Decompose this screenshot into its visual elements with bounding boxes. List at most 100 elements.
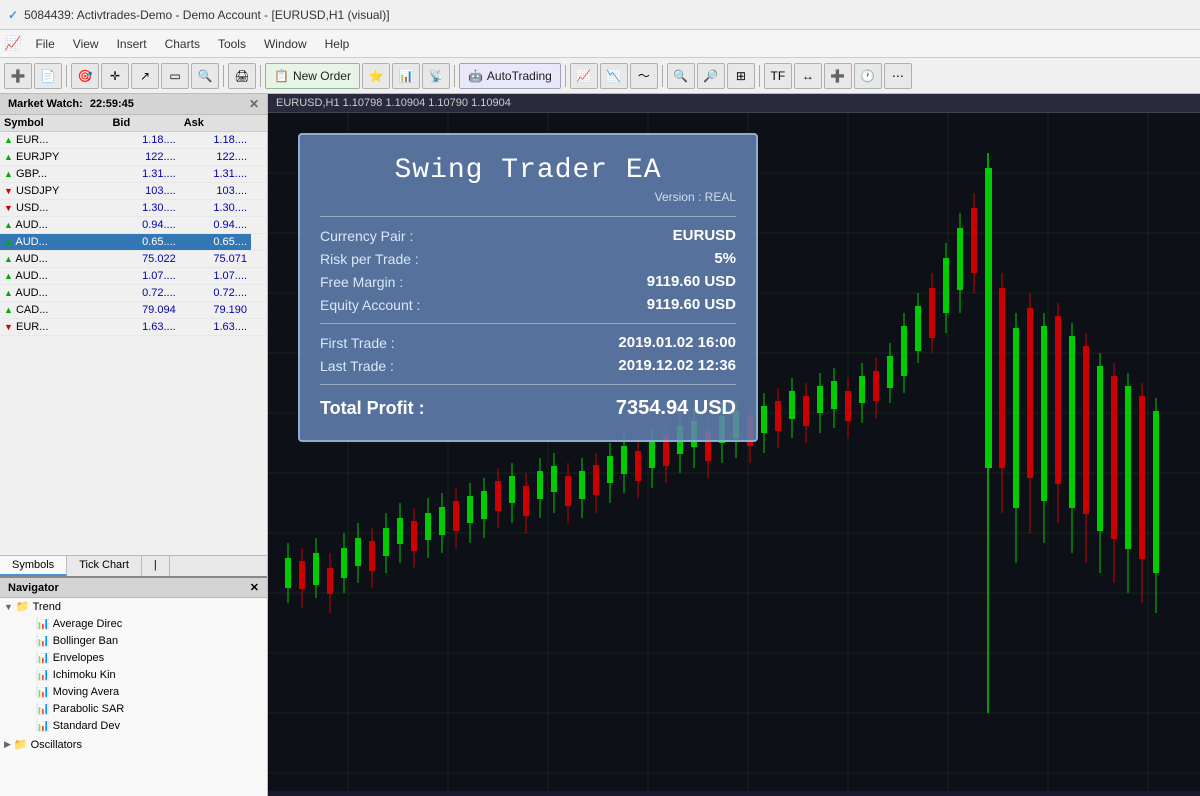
ask-cell: 1.31.... <box>180 166 251 183</box>
market-watch-table: Symbol Bid Ask ▲ EUR... 1.18.... 1.18...… <box>0 115 267 336</box>
bid-cell: 75.022 <box>108 251 179 268</box>
tick-chart-tab[interactable]: Tick Chart <box>67 556 142 576</box>
new-order-button[interactable]: 📋 New Order <box>265 63 360 89</box>
ask-cell: 0.94.... <box>180 217 251 234</box>
bid-cell: 0.94.... <box>108 217 179 234</box>
market-watch-row[interactable]: ▲ EUR... 1.18.... 1.18.... <box>0 132 267 149</box>
toolbar-clock-btn[interactable]: 🕐 <box>854 63 882 89</box>
symbol-cell: ▲ EURJPY <box>0 149 108 166</box>
chart-header: EURUSD,H1 1.10798 1.10904 1.10790 1.1090… <box>268 94 1200 113</box>
col-bid: Bid <box>108 115 179 132</box>
market-watch-row[interactable]: ▲ AUD... 0.94.... 0.94.... <box>0 217 267 234</box>
separator-6 <box>662 65 663 87</box>
market-watch-row[interactable]: ▲ AUD... 0.72.... 0.72.... <box>0 285 267 302</box>
ea-divider-1 <box>320 216 736 217</box>
nav-avg-dir-label: Average Direc <box>53 618 123 630</box>
toolbar-scroll-btn[interactable]: ↔ <box>794 63 822 89</box>
nav-std-dev[interactable]: 📊 Standard Dev <box>0 717 267 734</box>
chart-symbol-info: EURUSD,H1 1.10798 1.10904 1.10790 1.1090… <box>276 97 511 109</box>
toolbar-doc-btn[interactable]: 📄 <box>34 63 62 89</box>
ea-divider-3 <box>320 384 736 385</box>
separator-5 <box>565 65 566 87</box>
symbol-cell: ▲ CAD... <box>0 302 108 319</box>
symbol-cell: ▲ GBP... <box>0 166 108 183</box>
symbol-cell: ▲ AUD... <box>0 285 108 302</box>
toolbar-star-btn[interactable]: ⭐ <box>362 63 390 89</box>
toolbar-signal-btn[interactable]: 📡 <box>422 63 450 89</box>
ea-divider-2 <box>320 323 736 324</box>
menu-help[interactable]: Help <box>317 35 358 53</box>
market-watch-header: Market Watch: 22:59:45 ✕ <box>0 94 267 115</box>
market-watch-row[interactable]: ▲ EURJPY 122.... 122.... <box>0 149 267 166</box>
menu-view[interactable]: View <box>65 35 107 53</box>
toolbar-chart-btn[interactable]: 📊 <box>392 63 420 89</box>
toolbar-plus-btn[interactable]: ➕ <box>4 63 32 89</box>
toolbar-more-btn[interactable]: ⋯ <box>884 63 912 89</box>
market-watch-row[interactable]: ▲ AUD... 75.022 75.071 <box>0 251 267 268</box>
ea-profit-row: Total Profit : 7354.94 USD <box>320 397 736 420</box>
market-watch-row[interactable]: ▼ USD... 1.30.... 1.30.... <box>0 200 267 217</box>
market-watch-row[interactable]: ▲ CAD... 79.094 79.190 <box>0 302 267 319</box>
bid-cell: 1.63.... <box>108 319 179 336</box>
ask-cell: 122.... <box>180 149 251 166</box>
toolbar-move-btn[interactable]: ✛ <box>101 63 129 89</box>
toolbar-target-btn[interactable]: 🎯 <box>71 63 99 89</box>
toolbar-multi-btn[interactable]: ⊞ <box>727 63 755 89</box>
symbol-cell: ▲ EUR... <box>0 132 108 149</box>
app-icon: 📈 <box>4 35 21 52</box>
toolbar-search-btn[interactable]: 🔍 <box>667 63 695 89</box>
ea-risk-row: Risk per Trade : 5% <box>320 250 736 267</box>
symbol-cell: ▼ EUR... <box>0 319 108 336</box>
menu-window[interactable]: Window <box>256 35 315 53</box>
menu-file[interactable]: File <box>27 35 62 53</box>
symbols-tab[interactable]: Symbols <box>0 556 67 576</box>
nav-avg-dir[interactable]: 📊 Average Direc <box>0 615 267 632</box>
toolbar-cursor-btn[interactable]: ↗ <box>131 63 159 89</box>
separator-1 <box>66 65 67 87</box>
nav-parabolic[interactable]: 📊 Parabolic SAR <box>0 700 267 717</box>
toolbar-zoom-in-btn[interactable]: 🔎 <box>697 63 725 89</box>
navigator-trend-group[interactable]: ▼ 📁 Trend <box>0 598 267 615</box>
toolbar-zoom-btn[interactable]: 🔍 <box>191 63 219 89</box>
ea-equity-row: Equity Account : 9119.60 USD <box>320 296 736 313</box>
autotrading-button[interactable]: 🤖 AutoTrading <box>459 63 561 89</box>
market-watch-row[interactable]: ▼ USDJPY 103.... 103.... <box>0 183 267 200</box>
ea-last-trade-row: Last Trade : 2019.12.02 12:36 <box>320 357 736 374</box>
navigator-close[interactable]: ✕ <box>250 581 259 594</box>
nav-ichimoku[interactable]: 📊 Ichimoku Kin <box>0 666 267 683</box>
nav-moving-avg[interactable]: 📊 Moving Avera <box>0 683 267 700</box>
navigator-panel: Navigator ✕ ▼ 📁 Trend 📊 Average Direc 📊 … <box>0 576 267 796</box>
market-watch-row[interactable]: ▲ GBP... 1.31.... 1.31.... <box>0 166 267 183</box>
ea-free-margin-label: Free Margin : <box>320 274 403 290</box>
ask-cell: 75.071 <box>180 251 251 268</box>
toolbar-tf-btn[interactable]: TF <box>764 63 792 89</box>
chart-canvas[interactable]: Swing Trader EA Version : REAL Currency … <box>268 113 1200 791</box>
ask-cell: 79.190 <box>180 302 251 319</box>
nav-envelopes[interactable]: 📊 Envelopes <box>0 649 267 666</box>
nav-bollinger[interactable]: 📊 Bollinger Ban <box>0 632 267 649</box>
ea-last-trade-value: 2019.12.02 12:36 <box>618 357 736 374</box>
market-watch-row[interactable]: ▲ AUD... 0.65.... 0.65.... <box>0 234 267 251</box>
ea-first-trade-row: First Trade : 2019.01.02 16:00 <box>320 334 736 351</box>
toolbar-line-btn[interactable]: 📈 <box>570 63 598 89</box>
toolbar-fib-btn[interactable]: 📉 <box>600 63 628 89</box>
navigator-oscillators-group[interactable]: ▶ 📁 Oscillators <box>0 736 267 753</box>
menu-insert[interactable]: Insert <box>109 35 155 53</box>
menu-tools[interactable]: Tools <box>210 35 254 53</box>
ea-panel: Swing Trader EA Version : REAL Currency … <box>298 133 758 442</box>
ea-first-trade-label: First Trade : <box>320 335 395 351</box>
toolbar-rect-btn[interactable]: ▭ <box>161 63 189 89</box>
toolbar-green-btn[interactable]: ➕ <box>824 63 852 89</box>
folder-icon: 📁 <box>16 600 30 613</box>
menu-charts[interactable]: Charts <box>157 35 208 53</box>
ea-version: Version : REAL <box>320 190 736 204</box>
toolbar-wave-btn[interactable]: 〜 <box>630 63 658 89</box>
nav-std-dev-label: Standard Dev <box>53 720 120 732</box>
separator-2 <box>223 65 224 87</box>
market-watch-row[interactable]: ▼ EUR... 1.63.... 1.63.... <box>0 319 267 336</box>
trend-label: Trend <box>33 601 61 613</box>
toolbar-print-btn[interactable]: 🖨 <box>228 63 256 89</box>
folder-icon-2: 📁 <box>14 738 28 751</box>
market-watch-close[interactable]: ✕ <box>249 97 259 111</box>
market-watch-row[interactable]: ▲ AUD... 1.07.... 1.07.... <box>0 268 267 285</box>
